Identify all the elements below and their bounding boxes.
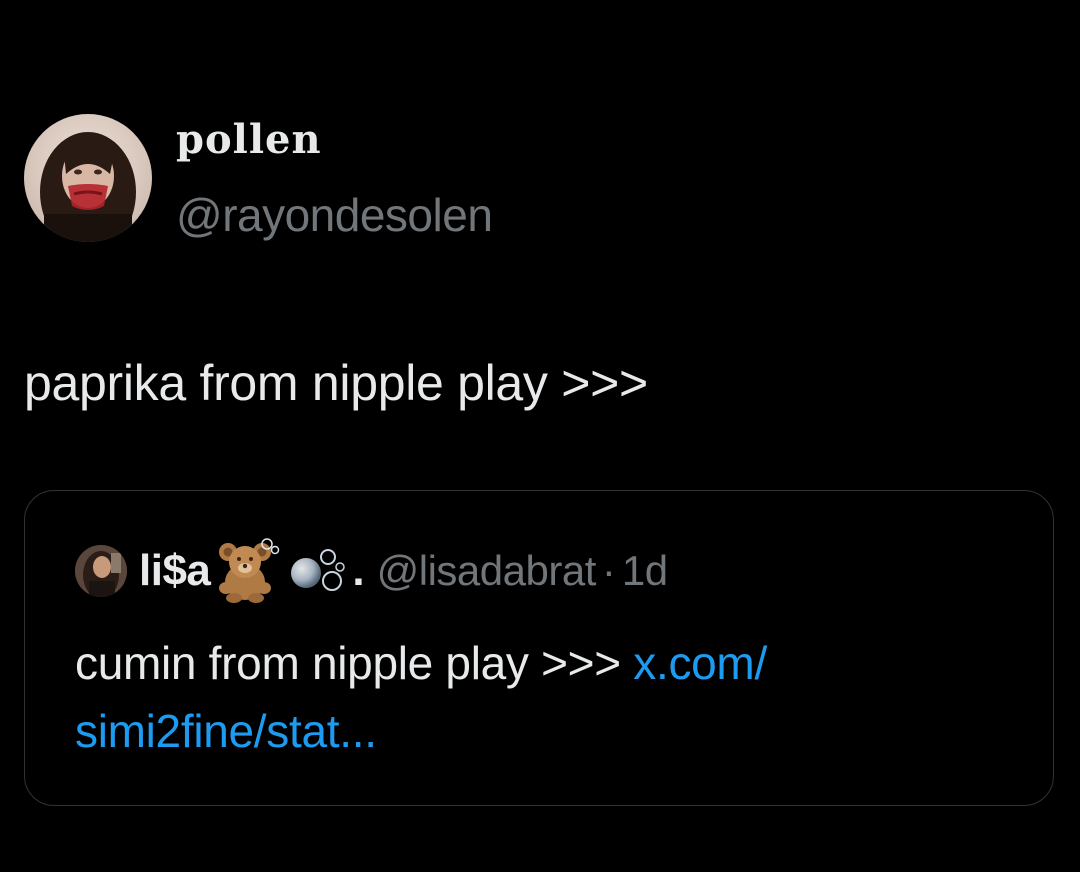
quoted-tweet-text: cumin from nipple play >>> x.com/simi2fi…	[75, 629, 1015, 765]
link-line-1[interactable]: x.com/	[633, 637, 767, 689]
tweet-text: paprika from nipple play >>>	[24, 355, 648, 411]
quoted-tweet-body: cumin from nipple play >>>	[75, 637, 634, 689]
teddy-bear-icon	[212, 538, 282, 604]
quoted-tweet-timestamp[interactable]: 1d	[622, 547, 668, 595]
quoted-author-handle[interactable]: @lisadabrat	[377, 547, 597, 595]
quoted-tweet-header: li$a . @lisadabrat · 1d	[75, 538, 668, 604]
author-avatar[interactable]	[24, 114, 152, 242]
separator-dot: ·	[601, 547, 616, 594]
quoted-author-avatar[interactable]	[75, 545, 127, 597]
author-display-name[interactable]: pollen	[176, 120, 322, 160]
quoted-author-display-name[interactable]: li$a	[139, 546, 211, 596]
link-line-2[interactable]: simi2fine/stat...	[75, 705, 377, 757]
quoted-tweet-card[interactable]: li$a . @lisadabrat · 1d cumin from nippl…	[24, 490, 1054, 806]
profile-photo-icon	[75, 545, 127, 597]
author-handle[interactable]: @rayondesolen	[176, 192, 493, 238]
quoted-name-suffix: .	[352, 546, 365, 595]
profile-photo-icon	[24, 114, 152, 242]
bubbles-icon	[284, 541, 350, 601]
tweet-header: pollen @rayondesolen	[24, 112, 1024, 252]
